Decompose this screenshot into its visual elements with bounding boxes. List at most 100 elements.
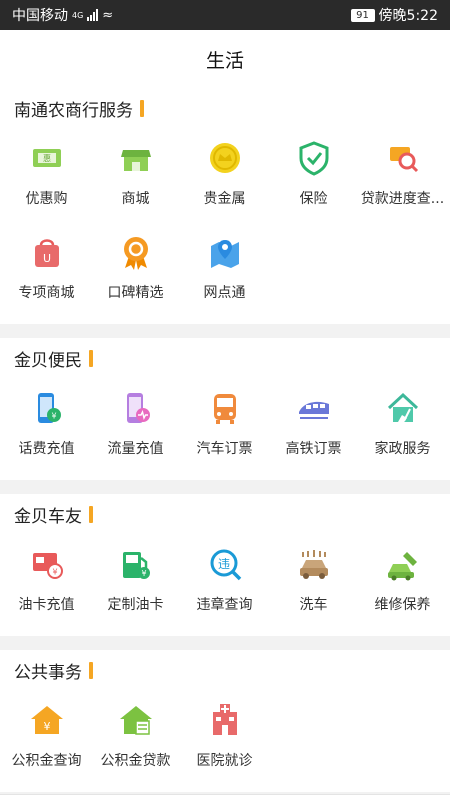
section-title: 金贝便民 xyxy=(14,350,82,371)
loan-search-icon xyxy=(383,138,423,178)
section-2: 金贝车友 ¥ 油卡充值 ¥ 定制油卡违违章查询 洗车 维修保养 xyxy=(0,494,450,636)
service-grid: 惠优惠购 商城 贵金属 保险 贷款进度查... U 专项商城 口碑精选 网点通 xyxy=(0,128,450,316)
carrier-name: 中国移动 xyxy=(12,8,68,24)
fuel-pump-icon: ¥ xyxy=(116,544,156,584)
service-item[interactable]: 流量充值 xyxy=(91,378,180,472)
service-label: 公积金贷款 xyxy=(100,753,171,769)
data-recharge-icon xyxy=(116,388,156,428)
service-label: 油卡充值 xyxy=(18,597,75,613)
service-label: 维修保养 xyxy=(374,597,431,613)
service-grid: ¥ 话费充值 流量充值 汽车订票 高铁订票 家政服务 xyxy=(0,378,450,472)
service-item[interactable]: 汽车订票 xyxy=(180,378,269,472)
content-area[interactable]: 南通农商行服务惠优惠购 商城 贵金属 保险 贷款进度查... U 专项商城 口碑精选 网点通 金贝… xyxy=(0,88,450,800)
network-type: 4G xyxy=(72,10,84,20)
map-pin-icon xyxy=(205,232,245,272)
section-3: 公共事务 ¥ 公积金查询 公积金贷款 医院就诊 xyxy=(0,650,450,792)
service-label: 贷款进度查... xyxy=(360,191,445,207)
section-accent-bar xyxy=(89,505,93,523)
service-label: 专项商城 xyxy=(18,285,75,301)
service-label: 优惠购 xyxy=(25,191,68,207)
svg-text:违: 违 xyxy=(217,557,229,571)
service-grid: ¥ 油卡充值 ¥ 定制油卡违违章查询 洗车 维修保养 xyxy=(0,534,450,628)
section-1: 金贝便民 ¥ 话费充值 流量充值 汽车订票 高铁订票 家政服务 xyxy=(0,338,450,480)
badge-icon xyxy=(116,232,156,272)
nav-bar: 生活 xyxy=(0,30,450,88)
section-accent-bar xyxy=(140,99,144,117)
section-title: 公共事务 xyxy=(14,662,82,683)
service-item[interactable]: 商城 xyxy=(91,128,180,222)
car-repair-icon xyxy=(383,544,423,584)
phone-recharge-icon: ¥ xyxy=(27,388,67,428)
fund-loan-icon xyxy=(116,700,156,740)
page-title: 生活 xyxy=(205,49,244,72)
service-item[interactable]: 高铁订票 xyxy=(269,378,358,472)
service-label: 流量充值 xyxy=(107,441,164,457)
bus-icon xyxy=(205,388,245,428)
service-item[interactable]: 贵金属 xyxy=(180,128,269,222)
service-label: 高铁订票 xyxy=(285,441,342,457)
svg-text:¥: ¥ xyxy=(52,568,57,577)
svg-text:¥: ¥ xyxy=(141,569,146,578)
section-title: 金贝车友 xyxy=(14,506,82,527)
shield-check-icon xyxy=(294,138,334,178)
service-item[interactable]: 洗车 xyxy=(269,534,358,628)
train-icon xyxy=(294,388,334,428)
service-item[interactable]: 维修保养 xyxy=(358,534,447,628)
clock: 傍晚5:22 xyxy=(378,8,438,24)
section-accent-bar xyxy=(89,349,93,367)
violation-search-icon: 违 xyxy=(205,544,245,584)
section-accent-bar xyxy=(89,661,93,679)
coupon-icon: 惠 xyxy=(27,138,67,178)
battery-icon: 91 xyxy=(350,8,375,22)
service-item[interactable]: 保险 xyxy=(269,128,358,222)
service-label: 定制油卡 xyxy=(107,597,164,613)
service-label: 网点通 xyxy=(203,285,246,301)
service-item[interactable]: 贷款进度查... xyxy=(358,128,447,222)
section-0: 南通农商行服务惠优惠购 商城 贵金属 保险 贷款进度查... U 专项商城 口碑精选 网点通 xyxy=(0,88,450,324)
wifi-icon: ≈ xyxy=(102,7,114,23)
house-broom-icon xyxy=(383,388,423,428)
signal-icon xyxy=(87,9,99,21)
service-item[interactable]: U 专项商城 xyxy=(2,222,91,316)
service-grid: ¥ 公积金查询 公积金贷款 医院就诊 xyxy=(0,690,450,784)
status-bar: 中国移动 4G ≈ 91 傍晚5:22 xyxy=(0,0,450,30)
svg-text:U: U xyxy=(42,252,50,265)
service-label: 汽车订票 xyxy=(196,441,253,457)
svg-text:惠: 惠 xyxy=(43,153,51,163)
section-header: 金贝便民 xyxy=(0,338,450,378)
fund-house-icon: ¥ xyxy=(27,700,67,740)
service-item[interactable]: 家政服务 xyxy=(358,378,447,472)
shop-icon xyxy=(116,138,156,178)
fuel-card-icon: ¥ xyxy=(27,544,67,584)
service-label: 违章查询 xyxy=(196,597,253,613)
hospital-icon xyxy=(205,700,245,740)
section-header: 公共事务 xyxy=(0,650,450,690)
bottom-tab-bar[interactable] xyxy=(0,794,450,800)
section-header: 金贝车友 xyxy=(0,494,450,534)
service-item[interactable]: 违违章查询 xyxy=(180,534,269,628)
service-item[interactable]: 医院就诊 xyxy=(180,690,269,784)
section-header: 南通农商行服务 xyxy=(0,88,450,128)
service-label: 医院就诊 xyxy=(196,753,253,769)
svg-text:¥: ¥ xyxy=(43,720,50,733)
service-label: 商城 xyxy=(121,191,150,207)
service-label: 公积金查询 xyxy=(11,753,82,769)
service-label: 保险 xyxy=(299,191,328,207)
service-item[interactable]: 公积金贷款 xyxy=(91,690,180,784)
service-item[interactable]: 惠优惠购 xyxy=(2,128,91,222)
service-label: 洗车 xyxy=(299,597,328,613)
service-label: 家政服务 xyxy=(374,441,431,457)
service-item[interactable]: ¥ 话费充值 xyxy=(2,378,91,472)
service-item[interactable]: 口碑精选 xyxy=(91,222,180,316)
section-title: 南通农商行服务 xyxy=(14,100,133,121)
service-item[interactable]: ¥ 公积金查询 xyxy=(2,690,91,784)
gold-coin-icon xyxy=(205,138,245,178)
shopping-bag-icon: U xyxy=(27,232,67,272)
service-item[interactable]: ¥ 定制油卡 xyxy=(91,534,180,628)
status-right: 91 傍晚5:22 xyxy=(350,5,438,25)
service-item[interactable]: 网点通 xyxy=(180,222,269,316)
status-left: 中国移动 4G ≈ xyxy=(12,5,113,25)
car-wash-icon xyxy=(294,544,334,584)
svg-text:¥: ¥ xyxy=(51,412,56,421)
service-item[interactable]: ¥ 油卡充值 xyxy=(2,534,91,628)
